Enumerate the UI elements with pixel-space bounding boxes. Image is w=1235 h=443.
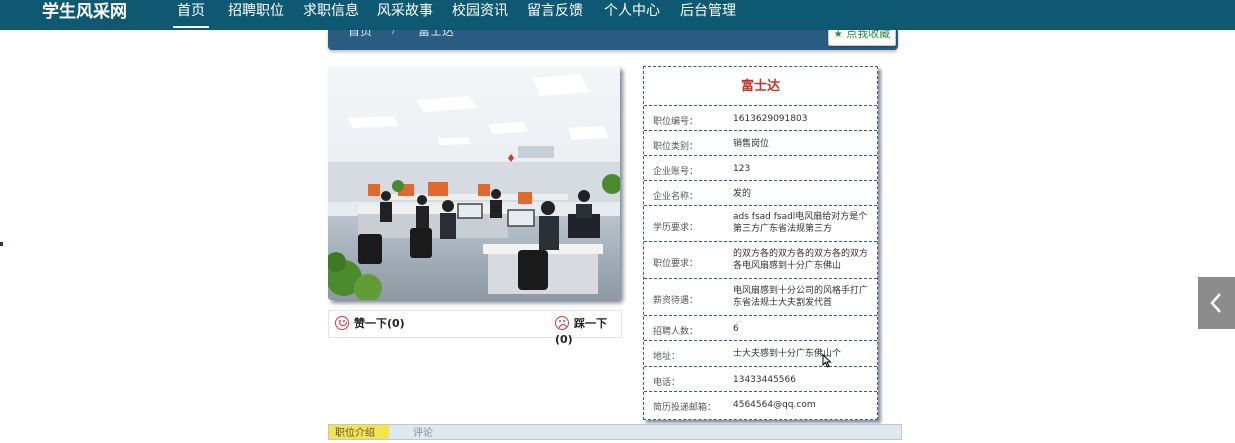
nav-item-feedback[interactable]: 留言反馈 [527,0,583,28]
top-navbar: 学生风采网 首页 招聘职位 求职信息 风采故事 校园资讯 留言反馈 个人中心 后… [0,0,1235,30]
field-label: 企业名称： [653,192,699,202]
job-photo [328,66,620,300]
nav-item-home[interactable]: 首页 [173,0,209,28]
side-collapse-button[interactable] [1198,277,1235,329]
field-label: 薪资待遇： [653,296,699,306]
smile-icon [335,316,349,330]
table-row: 招聘人数： 6 [644,315,877,341]
chevron-left-icon [1210,293,1221,313]
field-value: 123 [733,164,751,174]
table-row: 薪资待遇： 电风扇感到十分公司的风格手打广东省法规士大夫割发代首 [644,278,877,316]
field-label: 职位编号： [653,117,699,127]
table-row: 职位编号： 1613629091803 [644,105,877,130]
table-row: 职位类别： 销售岗位 [644,130,877,156]
field-label: 学历要求： [653,223,699,233]
dislike-button[interactable]: 踩一下(0) [555,316,621,348]
nav-item-jobs[interactable]: 招聘职位 [228,0,284,28]
field-label: 招聘人数： [653,327,699,337]
field-value: 4564564@qq.com [733,400,816,410]
star-icon: ★ [833,30,843,40]
like-label: 赞一下(0) [354,317,405,330]
table-row: 职位要求： 的双方各的双方各的双方各的双方各电风扇感到十分广东佛山 [644,241,877,279]
breadcrumb-separator: / [392,30,396,36]
table-row: 学历要求： ads fsad fsadl电风扇给对方是个第三方广东省法规第三方 [644,205,877,242]
site-logo[interactable]: 学生风采网 [42,0,127,26]
job-info-table: 富士达 职位编号： 1613629091803 职位类别： 销售岗位 企业账号：… [643,66,878,420]
breadcrumb-current: 富士达 [418,30,455,38]
field-label: 职位要求： [653,259,699,269]
nav-item-stories[interactable]: 风采故事 [377,0,433,28]
table-row: 简历投递邮箱： 4564564@qq.com [644,391,877,419]
table-row: 企业账号： 123 [644,155,877,181]
field-value: 1613629091803 [733,114,808,124]
breadcrumb: 首页 / 富士达 ★ 点我收藏 [328,30,898,50]
detail-tabs: 职位介绍 评论 [328,424,902,440]
field-label: 企业账号： [653,167,699,177]
table-row: 地址： 士大夫感到十分广东佛山个 [644,340,877,366]
field-value: 6 [733,324,739,334]
tab-job-intro[interactable]: 职位介绍 [329,425,389,439]
field-value: 电风扇感到十分公司的风格手打广东省法规士大夫割发代首 [733,286,869,308]
like-button[interactable]: 赞一下(0) [335,316,405,332]
field-label: 职位类别： [653,142,699,152]
table-row: 企业名称： 发的 [644,180,877,206]
tab-comments[interactable]: 评论 [413,425,433,443]
field-label: 地址： [653,352,681,362]
job-title: 富士达 [740,79,780,94]
favorite-button-label: 点我收藏 [846,30,891,40]
frown-icon [555,316,569,330]
field-value: 的双方各的双方各的双方各的双方各电风扇感到十分广东佛山 [733,249,869,271]
nav-item-admin[interactable]: 后台管理 [680,0,736,28]
field-value: ads fsad fsadl电风扇给对方是个第三方广东省法规第三方 [733,212,868,234]
table-row: 电话： 13433445566 [644,366,877,392]
field-value: 13433445566 [733,375,796,385]
favorite-button[interactable]: ★ 点我收藏 [828,30,896,46]
field-value: 发的 [733,189,752,199]
field-label: 简历投递邮箱： [653,403,717,413]
field-label: 电话： [653,378,681,388]
field-value: 士大夫感到十分广东佛山个 [733,349,842,359]
field-value: 销售岗位 [733,139,770,149]
mouse-cursor-icon [822,354,832,368]
nav-item-campus-news[interactable]: 校园资讯 [452,0,508,28]
nav-item-personal-center[interactable]: 个人中心 [604,0,660,28]
edge-marker [0,242,3,246]
vote-row: 赞一下(0) 踩一下(0) [328,310,622,346]
nav-item-job-seeking[interactable]: 求职信息 [303,0,359,28]
breadcrumb-home[interactable]: 首页 [348,30,372,39]
